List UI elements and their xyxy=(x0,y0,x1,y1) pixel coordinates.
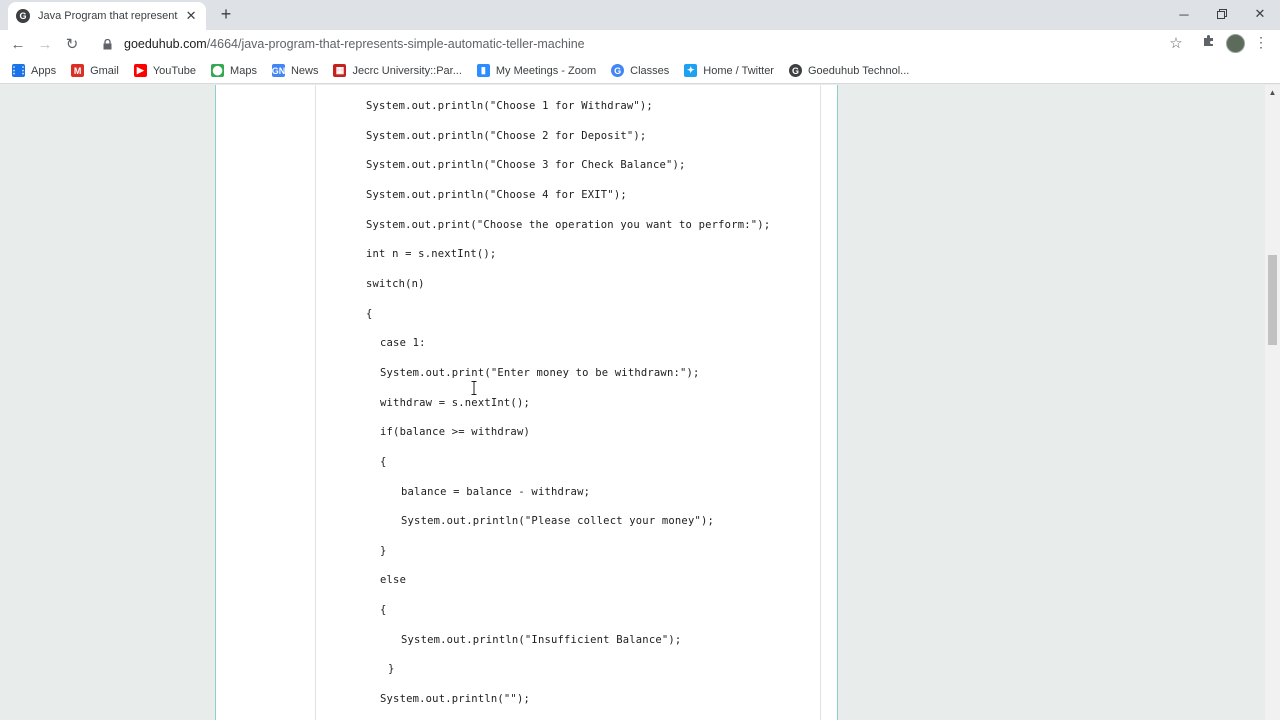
vertical-scrollbar[interactable]: ▲ xyxy=(1265,85,1280,720)
url-text: goeduhub.com/4664/java-program-that-repr… xyxy=(124,37,585,51)
tab-title: Java Program that represents a s xyxy=(38,10,179,22)
twitter-icon: ✦ xyxy=(684,64,698,77)
maps-pin-icon: ⬤ xyxy=(211,64,225,77)
goeduhub-icon: G xyxy=(788,64,802,77)
scroll-up-arrow-icon[interactable]: ▲ xyxy=(1265,88,1280,98)
code-line: System.out.print("Choose the operation y… xyxy=(366,219,771,231)
google-icon: G xyxy=(611,64,625,77)
bookmark-item[interactable]: ▮ My Meetings - Zoom xyxy=(476,64,597,77)
code-line: else xyxy=(380,574,407,586)
code-line: if(balance >= withdraw) xyxy=(380,426,530,438)
youtube-icon: ▶ xyxy=(133,64,147,77)
code-line: System.out.println("Choose 3 for Check B… xyxy=(366,159,686,171)
code-line: } xyxy=(388,663,395,675)
bookmark-item[interactable]: G Goeduhub Technol... xyxy=(788,64,910,77)
scroll-thumb[interactable] xyxy=(1268,255,1277,345)
code-line: { xyxy=(366,308,373,320)
bookmark-label: Classes xyxy=(630,64,670,77)
code-line: System.out.println("Choose 1 for Withdra… xyxy=(366,100,653,112)
chrome-menu-icon[interactable]: ⋮ xyxy=(1254,34,1268,54)
browser-tab[interactable]: G Java Program that represents a s ✕ xyxy=(8,2,206,30)
back-icon[interactable]: ← xyxy=(8,34,28,54)
tab-strip: G Java Program that represents a s ✕ + ─… xyxy=(0,0,1280,30)
url-path: /4664/java-program-that-represents-simpl… xyxy=(206,37,585,51)
new-tab-button[interactable]: + xyxy=(216,4,236,24)
code-line: System.out.println("Choose 2 for Deposit… xyxy=(366,130,647,142)
bookmarks-bar: ⋮⋮ Apps M Gmail ▶ YouTube ⬤ Maps GN News ▦ Jecrc Un… xyxy=(0,58,1280,84)
bookmark-label: Goeduhub Technol... xyxy=(807,64,910,77)
bookmark-label: Gmail xyxy=(90,64,119,77)
bookmark-label: YouTube xyxy=(152,64,197,77)
bookmark-label: Maps xyxy=(230,64,257,77)
bookmark-item[interactable]: ▶ YouTube xyxy=(133,64,197,77)
gmail-icon: M xyxy=(71,64,85,77)
bookmark-label: News xyxy=(290,64,319,77)
bookmark-label: My Meetings - Zoom xyxy=(495,64,597,77)
text-cursor-icon xyxy=(471,381,477,395)
article-column: System.out.println("Choose 1 for Withdra… xyxy=(215,85,838,720)
code-line: System.out.println(""); xyxy=(380,693,530,705)
code-line: withdraw = s.nextInt(); xyxy=(380,397,530,409)
page-content: System.out.println("Choose 1 for Withdra… xyxy=(0,85,1265,720)
code-line: switch(n) xyxy=(366,278,425,290)
profile-avatar[interactable] xyxy=(1226,34,1245,53)
lock-icon[interactable] xyxy=(100,37,114,51)
minimize-icon[interactable]: ─ xyxy=(1165,0,1203,28)
code-block: System.out.println("Choose 1 for Withdra… xyxy=(315,85,821,720)
code-line: case 1: xyxy=(380,337,426,349)
bookmark-star-icon[interactable]: ☆ xyxy=(1167,34,1185,54)
code-line: int n = s.nextInt(); xyxy=(366,248,497,260)
bookmark-label: Jecrc University::Par... xyxy=(352,64,462,77)
code-line: balance = balance - withdraw; xyxy=(401,486,591,498)
goeduhub-favicon-icon: G xyxy=(16,9,30,23)
bookmark-item[interactable]: ⋮⋮ Apps xyxy=(9,64,57,77)
extensions-puzzle-icon[interactable] xyxy=(1200,34,1218,54)
reload-icon[interactable]: ↻ xyxy=(62,34,82,54)
url-host: goeduhub.com xyxy=(124,37,207,51)
code-line: System.out.println("Please collect your … xyxy=(401,515,715,527)
bookmark-label: Apps xyxy=(31,64,57,77)
close-window-icon[interactable]: ✕ xyxy=(1241,0,1279,28)
bookmark-item[interactable]: GN News xyxy=(271,64,319,77)
zoom-icon: ▮ xyxy=(476,64,490,77)
restore-icon[interactable] xyxy=(1203,0,1241,28)
code-line: System.out.println("Insufficient Balance… xyxy=(401,634,682,646)
browser-toolbar: ← → ↻ goeduhub.com/4664/java-program-tha… xyxy=(0,30,1280,58)
forward-icon[interactable]: → xyxy=(35,34,55,54)
apps-grid-icon: ⋮⋮ xyxy=(9,64,28,77)
code-line: { xyxy=(380,604,387,616)
code-line: System.out.print("Enter money to be with… xyxy=(380,367,700,379)
bookmark-item[interactable]: ⬤ Maps xyxy=(211,64,257,77)
code-line: System.out.println("Choose 4 for EXIT"); xyxy=(366,189,627,201)
bookmark-item[interactable]: G Classes xyxy=(611,64,669,77)
bookmark-item[interactable]: M Gmail xyxy=(71,64,119,77)
news-icon: GN xyxy=(271,64,286,77)
address-bar[interactable]: goeduhub.com/4664/java-program-that-repr… xyxy=(92,32,1190,56)
code-line: } xyxy=(380,545,387,557)
bookmark-item[interactable]: ▦ Jecrc University::Par... xyxy=(333,64,462,77)
bookmark-label: Home / Twitter xyxy=(703,64,774,77)
jecrc-icon: ▦ xyxy=(333,64,347,77)
bookmark-item[interactable]: ✦ Home / Twitter xyxy=(684,64,774,77)
code-line: { xyxy=(380,456,387,468)
close-tab-icon[interactable]: ✕ xyxy=(184,8,198,24)
